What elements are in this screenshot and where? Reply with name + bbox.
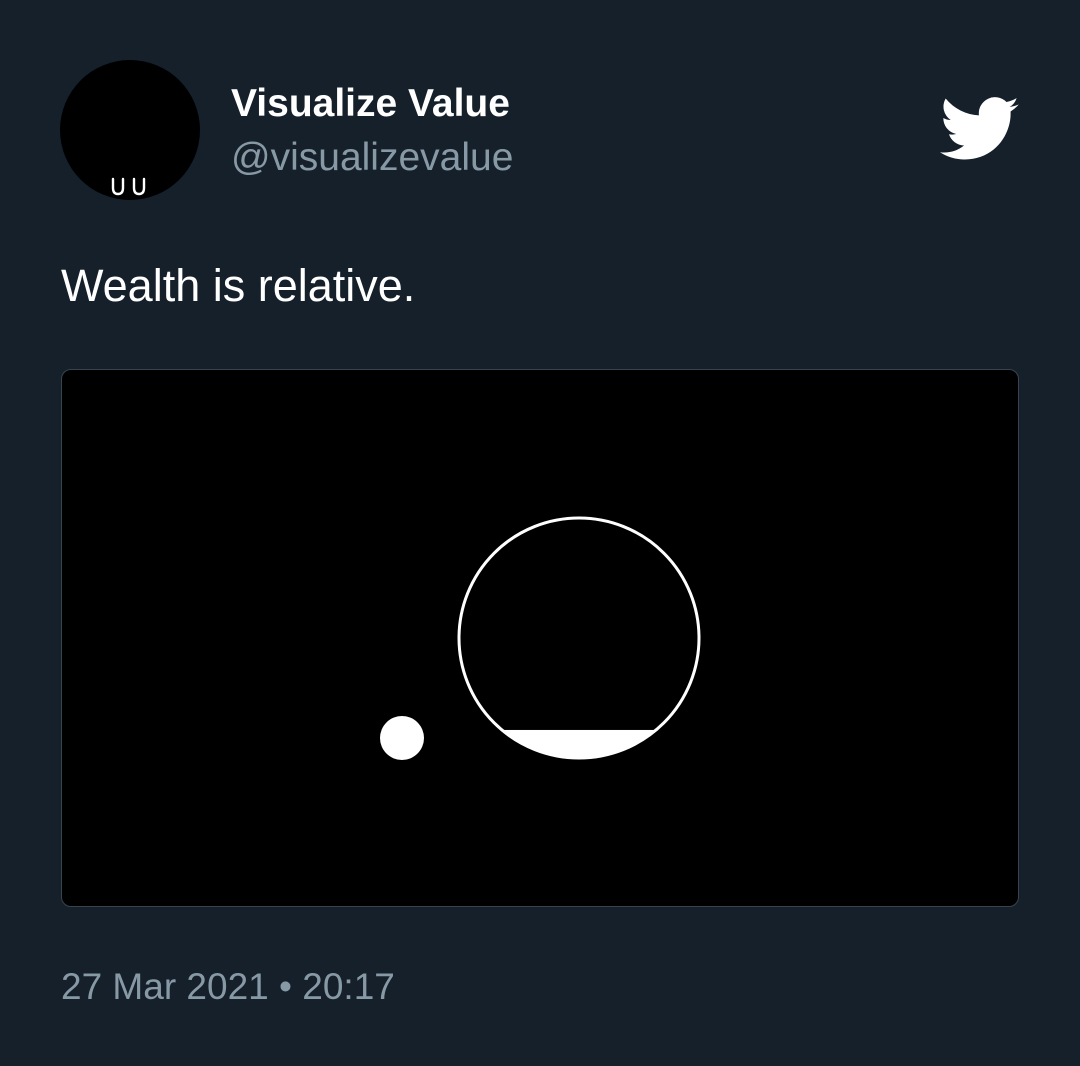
author-avatar[interactable] (60, 60, 200, 200)
timestamp-separator: • (279, 966, 292, 1007)
small-filled-circle (380, 716, 424, 760)
tweet-text: Wealth is relative. (61, 260, 416, 311)
twitter-bird-icon[interactable] (940, 96, 1020, 164)
tweet-timestamp[interactable]: 27 Mar 2021 • 20:17 (61, 963, 395, 1011)
relative-wealth-illustration (380, 516, 701, 760)
large-outlined-circle (457, 516, 701, 760)
tweet-time: 20:17 (302, 966, 395, 1007)
big-circle-fill (458, 729, 700, 759)
vv-logo-icon (111, 177, 146, 196)
tweet-media-image[interactable] (61, 369, 1019, 907)
tweet-date: 27 Mar 2021 (61, 966, 269, 1007)
author-handle[interactable]: @visualizevalue (231, 134, 513, 182)
author-display-name[interactable]: Visualize Value (231, 80, 510, 128)
